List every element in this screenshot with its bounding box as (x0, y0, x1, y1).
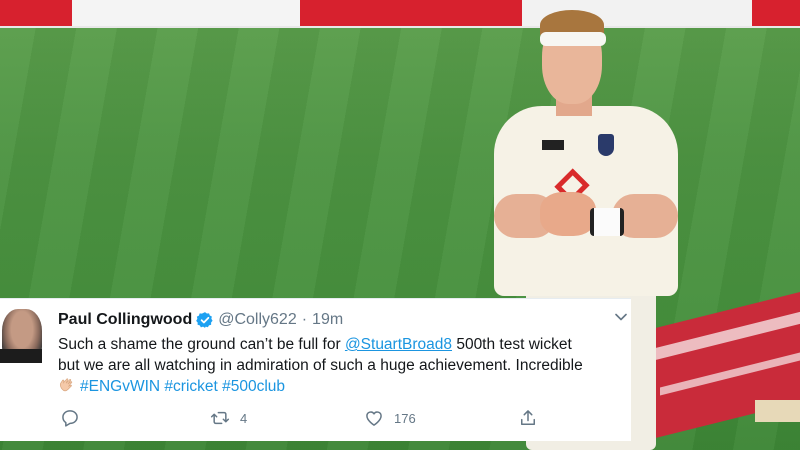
share-button[interactable] (518, 408, 548, 428)
avatar[interactable] (0, 307, 42, 363)
hashtag-link[interactable]: #cricket (164, 378, 217, 395)
reply-icon (62, 410, 78, 427)
tweet-card[interactable]: Paul Collingwood @Colly622 · 19m Such a … (0, 298, 631, 441)
tweet-actions: 4 176 (58, 408, 618, 428)
share-icon (521, 410, 535, 425)
clapping-hands-icon (59, 378, 73, 392)
reply-button[interactable] (60, 408, 90, 428)
retweet-icon (210, 411, 230, 425)
chevron-down-icon[interactable] (615, 313, 627, 321)
like-button[interactable]: 176 (364, 408, 416, 428)
verified-badge-icon (196, 312, 213, 328)
hashtag-link[interactable]: #500club (222, 378, 285, 395)
mention-link[interactable]: @StuartBroad8 (345, 336, 452, 353)
tweet-text: Such a shame the ground can’t be full fo… (58, 336, 583, 395)
author-name[interactable]: Paul Collingwood (58, 311, 192, 329)
tweet-timestamp[interactable]: 19m (312, 311, 343, 329)
hashtag-link[interactable]: #ENGvWIN (80, 378, 160, 395)
separator-dot: · (301, 311, 308, 328)
wristband (590, 208, 624, 236)
headband (540, 32, 606, 46)
england-crest (598, 134, 614, 156)
tweet-header: Paul Collingwood @Colly622 · 19m (58, 309, 343, 331)
retweet-button[interactable]: 4 (210, 408, 247, 428)
like-count: 176 (394, 410, 416, 426)
retweet-count: 4 (240, 410, 248, 426)
author-handle[interactable]: @Colly622 (218, 311, 297, 329)
heart-icon (366, 411, 382, 426)
